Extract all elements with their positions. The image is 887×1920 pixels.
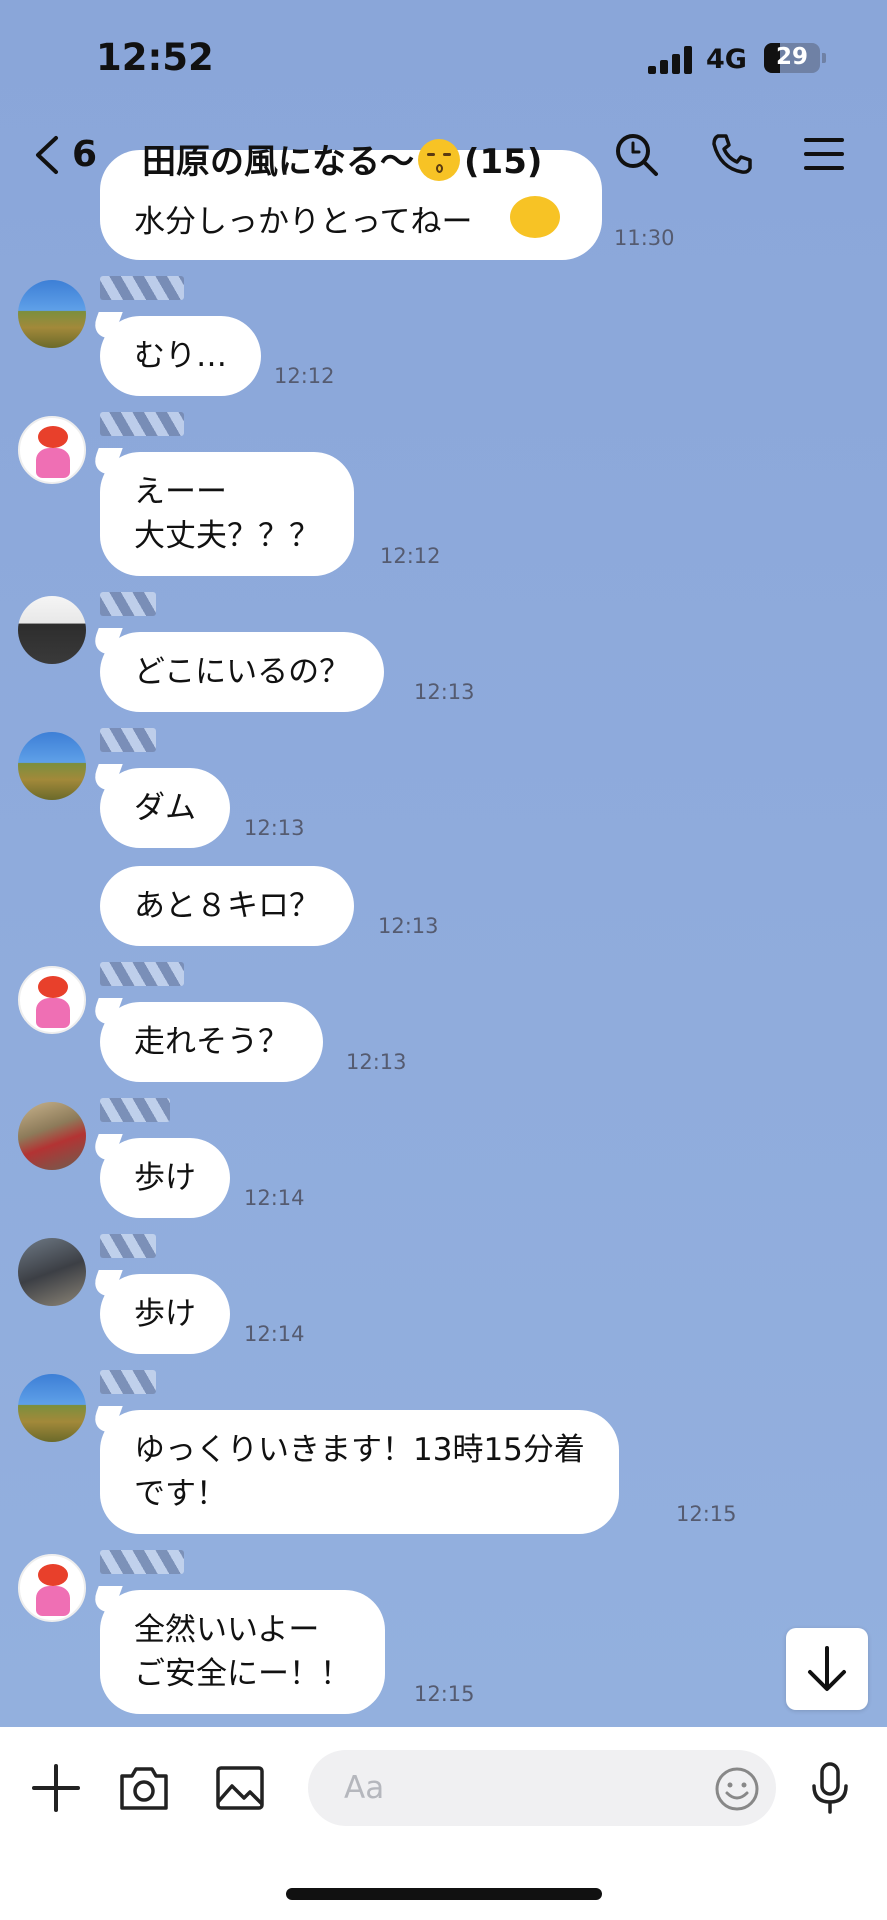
message-bubble[interactable]: むり…	[100, 316, 261, 396]
battery-icon: 29	[764, 43, 820, 73]
search-icon[interactable]	[612, 130, 660, 178]
message-time: 12:15	[414, 1682, 475, 1706]
chat-header: 6 田原の風になる〜 (15)	[0, 118, 887, 198]
unread-count[interactable]: 6	[72, 134, 97, 175]
status-bar: 12:52 4G 29	[0, 0, 887, 110]
message-time: 12:14	[244, 1322, 305, 1346]
image-icon[interactable]	[212, 1760, 268, 1816]
kissing-face-icon	[418, 139, 460, 181]
sender-name	[100, 276, 184, 300]
message-time: 12:13	[414, 680, 475, 704]
arrow-down-icon	[808, 1646, 846, 1691]
message-time: 12:12	[274, 364, 335, 388]
message-bubble[interactable]: 歩け	[100, 1274, 230, 1354]
partial-message-time: 11:30	[614, 226, 675, 250]
chat-title[interactable]: 田原の風になる〜 (15)	[142, 134, 542, 183]
avatar[interactable]	[18, 1554, 86, 1622]
phone-icon[interactable]	[708, 130, 756, 178]
avatar[interactable]	[18, 1102, 86, 1170]
message-time: 12:13	[346, 1050, 407, 1074]
avatar[interactable]	[18, 1374, 86, 1442]
avatar[interactable]	[18, 416, 86, 484]
battery-tip	[822, 53, 826, 63]
smile-icon[interactable]	[714, 1766, 760, 1812]
chat-title-text: 田原の風になる〜	[142, 142, 414, 182]
sender-name	[100, 1098, 170, 1122]
avatar[interactable]	[18, 1238, 86, 1306]
menu-icon[interactable]	[800, 130, 848, 178]
chevron-left-icon[interactable]	[30, 134, 66, 176]
message-input[interactable]	[308, 1750, 776, 1826]
message-bubble[interactable]: 歩け	[100, 1138, 230, 1218]
avatar[interactable]	[18, 280, 86, 348]
network-type: 4G	[706, 44, 747, 75]
sender-name	[100, 412, 184, 436]
message-bubble[interactable]: 全然いいよー ご安全にー！！	[100, 1590, 385, 1714]
status-time: 12:52	[96, 36, 214, 79]
sender-name	[100, 962, 184, 986]
message-bubble[interactable]: ダム	[100, 768, 230, 848]
message-bubble[interactable]: えーー 大丈夫？？？	[100, 452, 354, 576]
battery-level: 29	[775, 44, 808, 70]
sender-name	[100, 728, 156, 752]
sender-name	[100, 592, 156, 616]
avatar[interactable]	[18, 966, 86, 1034]
sticker-emoji-icon	[510, 196, 560, 238]
partial-message-text: 水分しっかりとってねー	[134, 204, 473, 240]
avatar[interactable]	[18, 596, 86, 664]
avatar[interactable]	[18, 732, 86, 800]
message-time: 12:15	[676, 1502, 737, 1526]
home-indicator	[286, 1888, 602, 1900]
sender-name	[100, 1550, 184, 1574]
message-bubble[interactable]: どこにいるの？	[100, 632, 385, 712]
message-time: 12:14	[244, 1186, 305, 1210]
signal-icon	[648, 46, 692, 74]
message-bubble[interactable]: 走れそう？	[100, 1002, 323, 1082]
sender-name	[100, 1234, 156, 1258]
message-time: 12:13	[378, 914, 439, 938]
scroll-down-button[interactable]	[786, 1628, 868, 1710]
message-time: 12:12	[380, 544, 441, 568]
plus-icon[interactable]	[28, 1760, 84, 1816]
message-time: 12:13	[244, 816, 305, 840]
message-bubble[interactable]: ゆっくりいきます！13時15分着 です！	[100, 1410, 619, 1534]
camera-icon[interactable]	[116, 1760, 172, 1816]
message-bubble[interactable]: あと８キロ？	[100, 866, 354, 946]
member-count: (15)	[464, 142, 543, 182]
sender-name	[100, 1370, 156, 1394]
microphone-icon[interactable]	[802, 1760, 858, 1816]
